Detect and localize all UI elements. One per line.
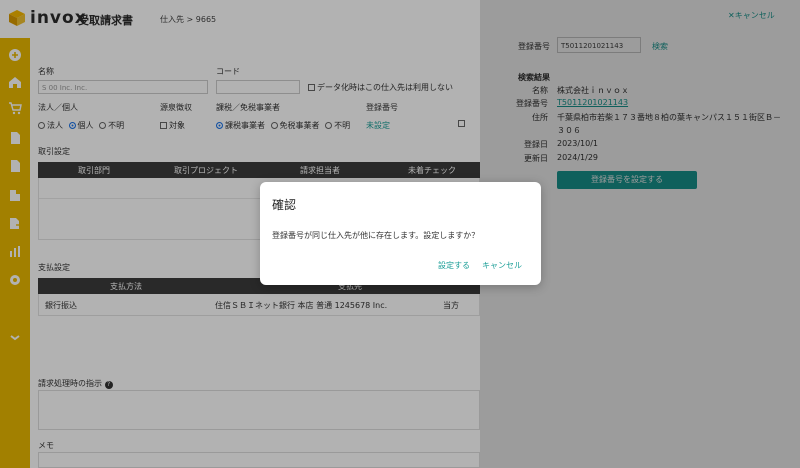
dialog-title: 確認 <box>272 198 297 212</box>
dialog-message: 登録番号が同じ仕入先が他に存在します。設定しますか？ <box>272 231 480 240</box>
confirm-dialog: 確認 登録番号が同じ仕入先が他に存在します。設定しますか？ 設定する キャンセル <box>260 182 541 285</box>
dialog-confirm-button[interactable]: 設定する <box>438 260 470 271</box>
dialog-cancel-button[interactable]: キャンセル <box>482 260 522 271</box>
